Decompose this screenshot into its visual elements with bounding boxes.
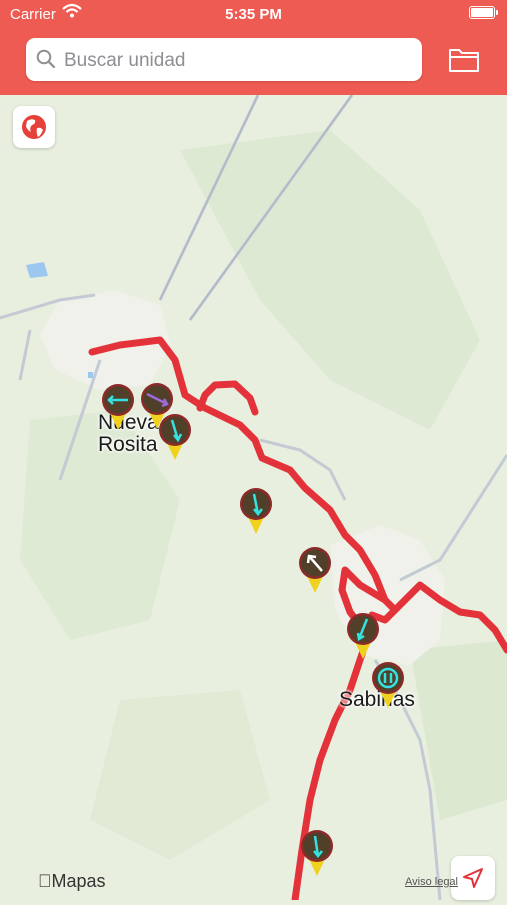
vehicle-marker[interactable] xyxy=(239,487,273,535)
vehicle-marker[interactable] xyxy=(300,829,334,877)
legal-link[interactable]: Aviso legal xyxy=(405,876,458,888)
maps-attribution-label: Mapas xyxy=(38,871,106,891)
search-icon xyxy=(36,49,56,69)
top-bar: Carrier 5:35 PM xyxy=(0,0,507,95)
apple-logo-icon:  xyxy=(38,871,52,891)
map-type-button[interactable] xyxy=(13,106,55,148)
status-bar: Carrier 5:35 PM xyxy=(0,0,507,28)
vehicle-marker-paused[interactable] xyxy=(371,661,405,709)
battery-icon xyxy=(469,6,498,19)
folder-icon[interactable] xyxy=(446,44,482,76)
vehicle-marker[interactable] xyxy=(346,612,380,660)
maps-attribution: Mapas xyxy=(38,871,106,892)
search-input[interactable] xyxy=(62,38,416,83)
search-bar[interactable] xyxy=(26,38,422,83)
vehicle-marker[interactable] xyxy=(101,383,135,431)
map-view[interactable]: Nueva Rosita Sabinas xyxy=(0,95,507,900)
vehicle-marker-heading[interactable] xyxy=(298,546,332,594)
globe-icon xyxy=(22,115,46,139)
vehicle-marker[interactable] xyxy=(158,413,192,461)
clock: 5:35 PM xyxy=(225,6,282,23)
